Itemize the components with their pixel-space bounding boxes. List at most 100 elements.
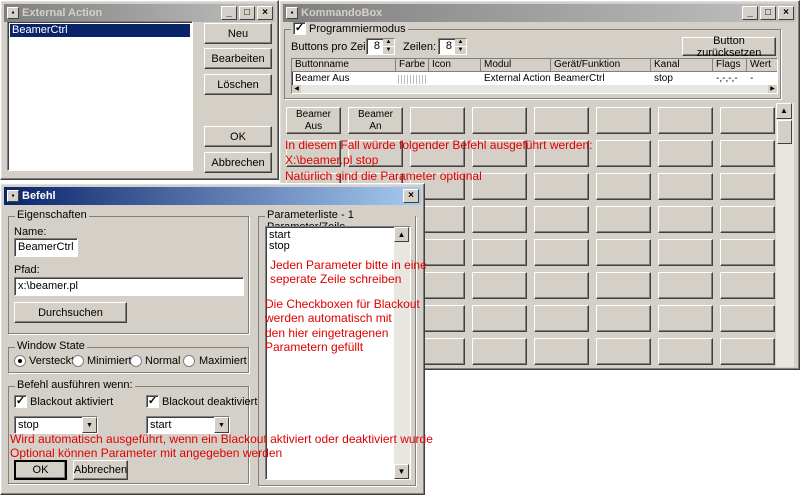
grid-button[interactable] (472, 107, 527, 134)
close-icon[interactable]: × (778, 6, 794, 20)
column-header[interactable]: Buttonname (292, 59, 396, 72)
column-header[interactable]: Gerät/Funktion (551, 59, 651, 72)
name-field[interactable]: BeamerCtrl (14, 238, 78, 257)
minimize-icon[interactable]: _ (221, 6, 237, 20)
grid-button[interactable] (658, 338, 713, 365)
grid-button[interactable] (410, 107, 465, 134)
annotation-text: Wird automatisch ausgeführt, wenn ein Bl… (10, 432, 433, 446)
spin-down-icon[interactable]: ▼ (455, 47, 466, 54)
grid-button[interactable] (658, 305, 713, 332)
grid-button[interactable] (534, 107, 589, 134)
scroll-left-icon[interactable]: ◀ (292, 85, 301, 93)
programmiermodus-label: Programmiermodus (309, 22, 406, 35)
buttons-per-row-stepper[interactable]: 8 ▲ ▼ (366, 38, 395, 55)
grid-button[interactable] (596, 338, 651, 365)
scroll-down-icon[interactable]: ▼ (394, 464, 409, 479)
scroll-right-icon[interactable]: ▶ (768, 85, 777, 93)
delete-button[interactable]: Löschen (204, 74, 272, 95)
befehl-ok-button[interactable]: OK (14, 460, 67, 480)
grid-button[interactable] (658, 107, 713, 134)
column-header[interactable]: Wert (747, 59, 777, 72)
external-action-titlebar[interactable]: ▪ External Action _ □ × (4, 4, 275, 22)
grid-button[interactable] (658, 140, 713, 167)
scroll-up-icon[interactable]: ▲ (394, 227, 409, 242)
reset-button[interactable]: Button zurücksetzen (682, 35, 776, 59)
grid-button[interactable] (596, 140, 651, 167)
minimize-icon[interactable]: _ (742, 6, 758, 20)
grid-button[interactable] (534, 272, 589, 299)
column-header[interactable]: Flags (713, 59, 747, 72)
ok-button[interactable]: OK (204, 126, 272, 147)
maximize-icon[interactable]: □ (239, 6, 255, 20)
radio-minimiert[interactable] (72, 355, 84, 367)
grid-button[interactable] (534, 173, 589, 200)
action-list[interactable]: BeamerCtrl (7, 21, 193, 171)
grid-button[interactable] (596, 239, 651, 266)
column-header[interactable]: Farbe (396, 59, 429, 72)
button-table[interactable]: Buttonname Farbe Icon Modul Gerät/Funkti… (291, 58, 778, 94)
grid-button[interactable] (596, 173, 651, 200)
grid-button[interactable] (658, 173, 713, 200)
programmiermodus-checkbox[interactable]: ✓ (293, 22, 306, 35)
rows-stepper[interactable]: 8 ▲ ▼ (438, 38, 467, 55)
befehl-cancel-button[interactable]: Abbrechen (73, 460, 128, 480)
grid-button[interactable] (720, 107, 775, 134)
grid-button[interactable] (720, 173, 775, 200)
grid-button[interactable] (658, 272, 713, 299)
grid-button[interactable] (720, 239, 775, 266)
grid-button[interactable] (472, 338, 527, 365)
grid-button[interactable] (720, 272, 775, 299)
scroll-up-icon[interactable]: ▲ (776, 103, 792, 119)
grid-button[interactable] (658, 239, 713, 266)
column-header[interactable]: Modul (481, 59, 551, 72)
radio-versteckt[interactable] (14, 355, 26, 367)
befehl-titlebar[interactable]: ▪ Befehl × (4, 187, 421, 205)
blackout-on-checkbox[interactable]: ✓ (14, 395, 27, 408)
grid-button[interactable]: Beamer Aus (286, 107, 341, 134)
grid-button[interactable] (596, 272, 651, 299)
grid-button[interactable] (596, 206, 651, 233)
grid-button[interactable] (472, 272, 527, 299)
chevron-down-icon[interactable]: ▼ (214, 417, 229, 433)
grid-button[interactable] (472, 206, 527, 233)
close-icon[interactable]: × (257, 6, 273, 20)
external-action-title: External Action (22, 7, 103, 19)
edit-button[interactable]: Bearbeiten (204, 48, 272, 69)
radio-maximiert[interactable] (183, 355, 195, 367)
chevron-down-icon[interactable]: ▼ (82, 417, 97, 433)
spin-up-icon[interactable]: ▲ (455, 39, 466, 46)
grid-button[interactable] (658, 206, 713, 233)
column-header[interactable]: Icon (429, 59, 481, 72)
spin-down-icon[interactable]: ▼ (383, 47, 394, 54)
grid-button[interactable]: Beamer An (348, 107, 403, 134)
list-item[interactable]: BeamerCtrl (10, 24, 190, 37)
browse-button[interactable]: Durchsuchen (14, 302, 127, 323)
spin-up-icon[interactable]: ▲ (383, 39, 394, 46)
maximize-icon[interactable]: □ (760, 6, 776, 20)
new-button[interactable]: Neu (204, 23, 272, 44)
cancel-button[interactable]: Abbrechen (204, 152, 272, 173)
grid-button[interactable] (534, 338, 589, 365)
radio-label: Versteckt (29, 355, 75, 367)
grid-button[interactable] (534, 305, 589, 332)
radio-normal[interactable] (130, 355, 142, 367)
blackout-off-checkbox[interactable]: ✓ (146, 395, 159, 408)
grid-button[interactable] (596, 305, 651, 332)
grid-button[interactable] (534, 206, 589, 233)
grid-button[interactable] (534, 239, 589, 266)
grid-button[interactable] (720, 206, 775, 233)
grid-button[interactable] (472, 239, 527, 266)
grid-button[interactable] (472, 305, 527, 332)
grid-button[interactable] (720, 305, 775, 332)
grid-button[interactable] (720, 140, 775, 167)
grid-scrollbar[interactable]: ▲ (776, 103, 794, 367)
grid-button[interactable] (596, 107, 651, 134)
close-icon[interactable]: × (403, 189, 419, 203)
scroll-thumb[interactable] (777, 120, 792, 144)
table-scrollbar[interactable]: ◀ ▶ (292, 85, 777, 93)
annotation-text: Optional können Parameter mit angegeben … (10, 446, 283, 460)
grid-button[interactable] (720, 338, 775, 365)
pfad-field[interactable]: x:\beamer.pl (14, 277, 244, 296)
column-header[interactable]: Kanal (651, 59, 713, 72)
kommandobox-titlebar[interactable]: ▪ KommandoBox _ □ × (283, 4, 796, 22)
